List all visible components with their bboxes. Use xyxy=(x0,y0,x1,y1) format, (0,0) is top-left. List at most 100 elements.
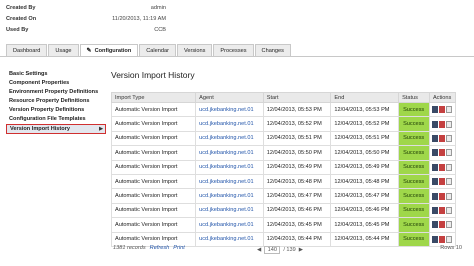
tab-processes[interactable]: Processes xyxy=(213,44,254,56)
document-icon[interactable] xyxy=(445,163,452,171)
page-title: Version Import History xyxy=(111,70,195,80)
delete-icon[interactable] xyxy=(438,206,445,214)
agent-link[interactable]: ucd.jkebanking.net.01 xyxy=(195,130,264,147)
view-icon[interactable] xyxy=(431,120,438,128)
document-icon[interactable] xyxy=(445,235,452,243)
view-icon[interactable] xyxy=(431,221,438,229)
agent-link[interactable]: ucd.jkebanking.net.01 xyxy=(195,116,264,132)
cell-import-type: Automatic Version Import xyxy=(110,217,197,233)
tab-configuration[interactable]: ✎ Configuration xyxy=(79,44,139,56)
status-badge: Success xyxy=(398,116,430,132)
sidebar-item-configuration-file-templates[interactable]: Configuration File Templates xyxy=(6,114,106,123)
delete-icon[interactable] xyxy=(438,192,445,200)
tab-usage[interactable]: Usage xyxy=(48,44,79,56)
agent-link[interactable]: ucd.jkebanking.net.01 xyxy=(195,231,264,247)
cell-start: 12/04/2013, 05:47 PM xyxy=(262,188,332,204)
view-icon[interactable] xyxy=(431,192,438,200)
sidebar-item-environment-property-definitions[interactable]: Environment Property Definitions xyxy=(6,87,106,96)
view-icon[interactable] xyxy=(431,149,438,157)
view-icon[interactable] xyxy=(431,106,438,114)
view-icon[interactable] xyxy=(431,163,438,171)
status-badge: Success xyxy=(398,130,430,147)
agent-link[interactable]: ucd.jkebanking.net.01 xyxy=(195,173,264,190)
tab-changes[interactable]: Changes xyxy=(254,44,291,56)
table-row: Automatic Version Import ucd.jkebanking.n… xyxy=(110,116,457,132)
tab-dashboard[interactable]: Dashboard xyxy=(6,44,48,56)
delete-icon[interactable] xyxy=(438,235,445,243)
main-content: Version Import History Import Type Agent… xyxy=(110,70,457,247)
agent-link[interactable]: ucd.jkebanking.net.01 xyxy=(195,145,264,161)
table-header-row: Import Type Agent Start End Status Actio… xyxy=(110,92,457,103)
meta-value: CCB xyxy=(154,26,166,33)
table-row: Automatic Version Import ucd.jkebanking.n… xyxy=(110,130,457,147)
delete-icon[interactable] xyxy=(438,149,445,157)
cell-actions xyxy=(428,101,457,118)
column-header-start[interactable]: Start xyxy=(262,92,332,103)
document-icon[interactable] xyxy=(445,192,452,200)
column-header-agent[interactable]: Agent xyxy=(195,92,264,103)
sidebar-item-version-property-definitions[interactable]: Version Property Definitions xyxy=(6,105,106,114)
table-row: Automatic Version Import ucd.jkebanking.n… xyxy=(110,173,457,190)
sidebar-item-resource-property-definitions[interactable]: Resource Property Definitions xyxy=(6,96,106,105)
document-icon[interactable] xyxy=(445,120,452,128)
rows-per-page-select[interactable]: 10 xyxy=(456,245,462,251)
agent-link[interactable]: ucd.jkebanking.net.01 xyxy=(195,101,264,118)
table-row: Automatic Version Import ucd.jkebanking.n… xyxy=(110,145,457,161)
document-icon[interactable] xyxy=(445,149,452,157)
sidebar-item-label: Environment Property Definitions xyxy=(9,88,99,95)
cell-actions xyxy=(428,188,457,204)
tab-label: Processes xyxy=(220,47,247,54)
page-number-input[interactable]: 140 xyxy=(264,246,281,254)
delete-icon[interactable] xyxy=(438,134,445,142)
agent-link[interactable]: ucd.jkebanking.net.01 xyxy=(195,202,264,219)
agent-link[interactable]: ucd.jkebanking.net.01 xyxy=(195,159,264,175)
sidebar-item-version-import-history[interactable]: Version Import History ▶ xyxy=(6,124,106,134)
cell-start: 12/04/2013, 05:49 PM xyxy=(262,159,332,175)
refresh-link[interactable]: Refresh xyxy=(150,245,170,251)
table-row: Automatic Version Import ucd.jkebanking.n… xyxy=(110,101,457,118)
delete-icon[interactable] xyxy=(438,106,445,114)
tab-label: Usage xyxy=(55,47,72,54)
document-icon[interactable] xyxy=(445,206,452,214)
status-badge: Success xyxy=(398,231,430,247)
sidebar-item-basic-settings[interactable]: Basic Settings xyxy=(6,69,106,78)
cell-import-type: Automatic Version Import xyxy=(110,101,197,118)
delete-icon[interactable] xyxy=(438,221,445,229)
cell-import-type: Automatic Version Import xyxy=(110,130,197,147)
cell-end: 12/04/2013, 05:44 PM xyxy=(330,231,400,247)
delete-icon[interactable] xyxy=(438,163,445,171)
tab-calendar[interactable]: Calendar xyxy=(139,44,176,56)
sidebar-item-label: Configuration File Templates xyxy=(9,115,86,122)
document-icon[interactable] xyxy=(445,134,452,142)
meta-created-on: Created On 11/20/2013, 11:19 AM xyxy=(6,13,166,24)
cell-import-type: Automatic Version Import xyxy=(110,173,197,190)
view-icon[interactable] xyxy=(431,235,438,243)
cell-actions xyxy=(428,130,457,147)
view-icon[interactable] xyxy=(431,134,438,142)
next-page-icon[interactable]: ▶ xyxy=(299,247,303,253)
previous-page-icon[interactable]: ◀ xyxy=(257,247,261,253)
agent-link[interactable]: ucd.jkebanking.net.01 xyxy=(195,217,264,233)
pagination: ◀ 140 / 139 ▶ xyxy=(257,246,303,254)
sidebar-item-label: Version Property Definitions xyxy=(9,106,85,113)
document-icon[interactable] xyxy=(445,106,452,114)
view-icon[interactable] xyxy=(431,178,438,186)
agent-link[interactable]: ucd.jkebanking.net.01 xyxy=(195,188,264,204)
meta-value: 11/20/2013, 11:19 AM xyxy=(112,15,166,22)
status-badge: Success xyxy=(398,188,430,204)
tab-label: Configuration xyxy=(94,47,132,54)
tab-versions[interactable]: Versions xyxy=(176,44,213,56)
rows-per-page: Rows 10 xyxy=(440,245,462,251)
cell-start: 12/04/2013, 05:45 PM xyxy=(262,217,332,233)
table-row: Automatic Version Import ucd.jkebanking.n… xyxy=(110,217,457,233)
document-icon[interactable] xyxy=(445,221,452,229)
delete-icon[interactable] xyxy=(438,178,445,186)
column-header-status[interactable]: Status xyxy=(398,92,430,103)
sidebar-item-component-properties[interactable]: Component Properties xyxy=(6,78,106,87)
print-link[interactable]: Print xyxy=(173,245,185,251)
column-header-import-type[interactable]: Import Type xyxy=(110,92,197,103)
view-icon[interactable] xyxy=(431,206,438,214)
column-header-end[interactable]: End xyxy=(330,92,400,103)
document-icon[interactable] xyxy=(445,178,452,186)
delete-icon[interactable] xyxy=(438,120,445,128)
